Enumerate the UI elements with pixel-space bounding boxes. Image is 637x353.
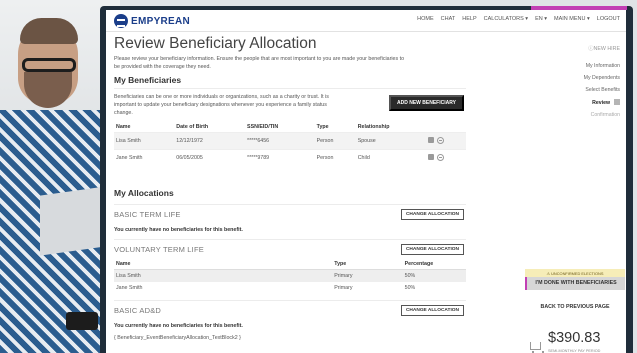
app-window: EMPYREAN HOME CHAT HELP CALCULATORS ▾ EN… bbox=[106, 10, 626, 353]
cost-summary: $390.83 SEMI-MONTHLY PAY PERIOD bbox=[530, 330, 626, 353]
cost-amount: $390.83 bbox=[548, 330, 601, 346]
add-beneficiary-button[interactable]: ADD NEW BENEFICIARY bbox=[389, 95, 464, 112]
cell-type: Person bbox=[314, 149, 356, 167]
cell-relationship: Child bbox=[355, 149, 427, 167]
cost-period: SEMI-MONTHLY PAY PERIOD bbox=[548, 349, 601, 353]
table-row: Jane Smith 06/05/2005 *****9789 Person C… bbox=[114, 149, 466, 167]
table-row: Jane Smith Primary 50% bbox=[114, 282, 466, 294]
nav-home[interactable]: HOME bbox=[417, 16, 434, 22]
cell-type: Primary bbox=[332, 269, 403, 283]
column-header: Percentage bbox=[402, 259, 466, 271]
cell-actions bbox=[426, 149, 466, 167]
beneficiaries-section: Beneficiaries can be one or more individ… bbox=[114, 88, 466, 167]
column-header: Name bbox=[116, 124, 131, 131]
nav-menu: HOME CHAT HELP CALCULATORS ▾ EN ▾ MAIN M… bbox=[417, 16, 620, 22]
new-hire-label: ⓘNEW HIRE bbox=[588, 44, 620, 52]
top-navigation: EMPYREAN HOME CHAT HELP CALCULATORS ▾ EN… bbox=[106, 10, 626, 32]
table-header-row: Name Type Percentage bbox=[114, 259, 466, 271]
cell-dob: 06/05/2005 bbox=[174, 149, 246, 167]
nav-language[interactable]: EN ▾ bbox=[535, 16, 547, 22]
step-my-dependents[interactable]: My Dependents bbox=[584, 72, 620, 84]
table-header-row: Name Date of Birth SSN/EID/TIN Type Rela… bbox=[114, 122, 466, 133]
beneficiaries-description: Beneficiaries can be one or more individ… bbox=[114, 94, 329, 116]
done-with-beneficiaries-button[interactable]: I'M DONE WITH BENEFICIARIES bbox=[525, 277, 625, 291]
edit-icon[interactable] bbox=[428, 154, 435, 161]
text-block-placeholder: { Beneficiary_EventBeneficiaryAllocation… bbox=[114, 335, 241, 342]
nav-calculators[interactable]: CALCULATORS ▾ bbox=[484, 16, 528, 22]
change-allocation-button[interactable]: CHANGE ALLOCATION bbox=[400, 244, 464, 256]
nav-help[interactable]: HELP bbox=[462, 16, 476, 22]
column-header: Type bbox=[332, 259, 403, 271]
benefit-voluntary-term-life: VOLUNTARY TERM LIFE CHANGE ALLOCATION Na… bbox=[114, 239, 466, 294]
page-title: Review Beneficiary Allocation bbox=[114, 35, 317, 52]
cell-type: Person bbox=[314, 132, 356, 150]
person-hair bbox=[20, 18, 78, 44]
step-confirmation: Confirmation bbox=[590, 111, 620, 118]
benefit-basic-term-life: BASIC TERM LIFE CHANGE ALLOCATION You cu… bbox=[114, 204, 466, 233]
nav-main-menu[interactable]: MAIN MENU ▾ bbox=[554, 16, 590, 22]
change-allocation-button[interactable]: CHANGE ALLOCATION bbox=[400, 305, 464, 317]
allocations-heading: My Allocations bbox=[114, 188, 174, 199]
step-select-benefits[interactable]: Select Benefits bbox=[584, 84, 620, 96]
cell-ssn: *****6456 bbox=[245, 132, 315, 150]
allocation-table: Name Type Percentage Lisa Smith Primary … bbox=[114, 259, 466, 294]
table-row: Lisa Smith 12/12/1972 *****6456 Person S… bbox=[114, 132, 466, 150]
column-header: SSN/EID/TIN bbox=[247, 124, 279, 131]
column-header: Name bbox=[114, 259, 333, 271]
beneficiaries-heading: My Beneficiaries bbox=[114, 75, 182, 86]
column-header-actions bbox=[426, 122, 466, 133]
benefit-basic-add: BASIC AD&D CHANGE ALLOCATION You current… bbox=[114, 300, 466, 341]
no-beneficiaries-text: You currently have no beneficiaries for … bbox=[114, 323, 243, 330]
step-my-information[interactable]: My Information bbox=[584, 60, 620, 72]
nav-chat[interactable]: CHAT bbox=[441, 16, 456, 22]
remove-icon[interactable] bbox=[437, 137, 445, 145]
sidebar: ⓘNEW HIRE My Information My Dependents S… bbox=[516, 34, 625, 353]
edit-icon[interactable] bbox=[428, 137, 435, 144]
main-content: Review Beneficiary Allocation Please rev… bbox=[114, 34, 466, 353]
cell-dob: 12/12/1972 bbox=[174, 132, 246, 150]
beneficiaries-table: Name Date of Birth SSN/EID/TIN Type Rela… bbox=[114, 122, 466, 167]
cell-relationship: Spouse bbox=[355, 132, 427, 150]
column-header: Relationship bbox=[357, 124, 390, 131]
column-header: Type bbox=[316, 124, 329, 131]
page-intro: Please review your beneficiary informati… bbox=[114, 56, 405, 70]
back-to-previous-page-link[interactable]: BACK TO PREVIOUS PAGE bbox=[525, 304, 625, 310]
column-header: Date of Birth bbox=[176, 124, 209, 131]
cell-type: Primary bbox=[334, 285, 353, 292]
phone-device bbox=[66, 312, 98, 330]
no-beneficiaries-text: You currently have no beneficiaries for … bbox=[114, 227, 243, 234]
nav-logout[interactable]: LOGOUT bbox=[597, 16, 620, 22]
cell-name: Jane Smith bbox=[114, 149, 175, 167]
person-glasses bbox=[22, 58, 76, 72]
cell-percentage: 50% bbox=[402, 269, 466, 283]
warning-text: UNCONFIRMED ELECTIONS bbox=[551, 271, 604, 276]
table-row: Lisa Smith Primary 50% bbox=[114, 269, 466, 283]
logo-text: EMPYREAN bbox=[131, 15, 191, 27]
remove-icon[interactable] bbox=[437, 154, 445, 162]
cell-ssn: *****9789 bbox=[245, 149, 315, 167]
logo[interactable]: EMPYREAN bbox=[114, 14, 190, 28]
new-hire-text: NEW HIRE bbox=[593, 46, 621, 52]
step-review[interactable]: Review bbox=[584, 97, 620, 109]
cell-name: Lisa Smith bbox=[114, 269, 333, 283]
cell-name: Lisa Smith bbox=[114, 132, 175, 150]
cell-percentage: 50% bbox=[404, 285, 416, 292]
logo-icon bbox=[114, 14, 128, 28]
change-allocation-button[interactable]: CHANGE ALLOCATION bbox=[400, 209, 464, 221]
progress-steps: My Information My Dependents Select Bene… bbox=[584, 60, 620, 121]
cell-name: Jane Smith bbox=[116, 285, 143, 292]
cell-actions bbox=[426, 132, 466, 150]
cart-icon bbox=[530, 342, 544, 353]
